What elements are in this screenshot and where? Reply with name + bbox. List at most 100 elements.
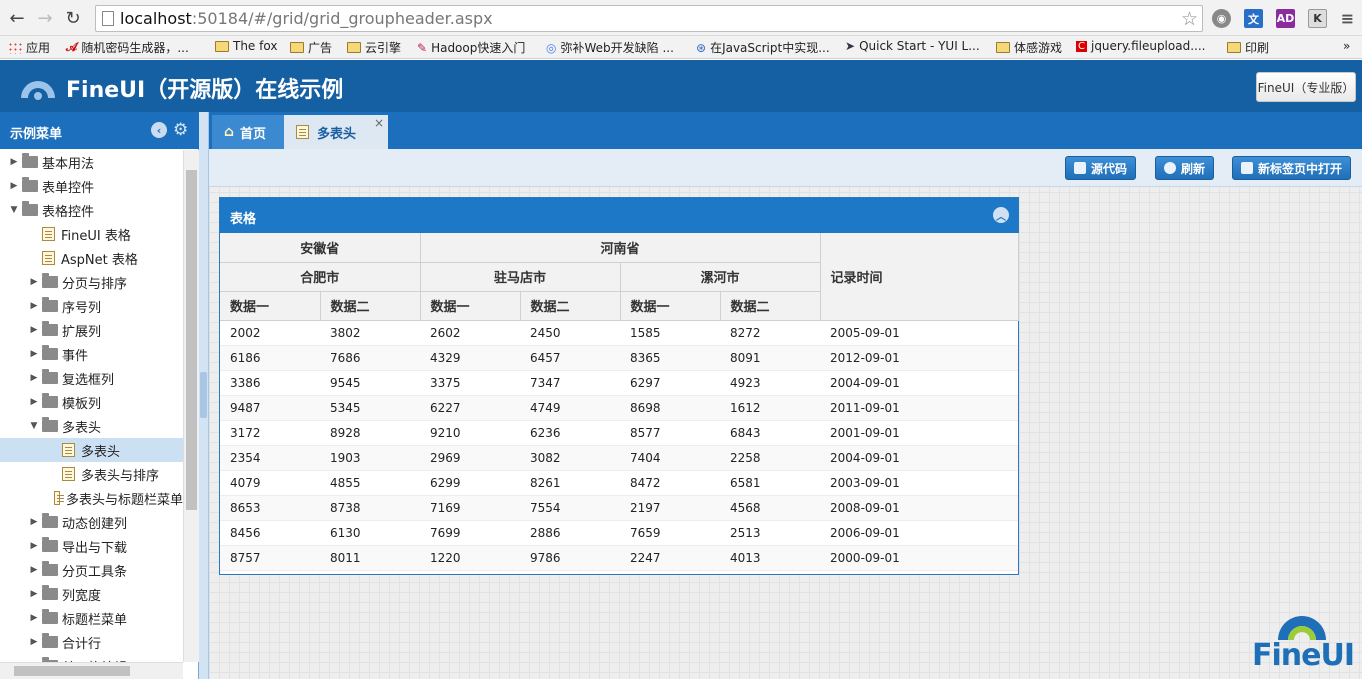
sidebar-item[interactable]: ▶ 分页与排序: [0, 270, 183, 294]
column-header[interactable]: 数据一: [420, 291, 521, 321]
expand-right-icon[interactable]: ▶: [28, 349, 40, 359]
expand-right-icon[interactable]: ▶: [28, 565, 40, 575]
column-header[interactable]: 数据二: [720, 291, 821, 321]
address-bar[interactable]: localhost:50184/#/grid/grid_groupheader.…: [95, 5, 1203, 32]
table-row[interactable]: 8456 6130 7699 2886 7659 2513 2006-09-01: [220, 520, 1019, 546]
sidebar-item[interactable]: ▶单元格编辑: [0, 654, 183, 662]
table-row[interactable]: 4079 4855 6299 8261 8472 6581 2003-09-01: [220, 470, 1019, 496]
bookmark-1[interactable]: 𝒜 随机密码生成器，...: [66, 39, 189, 56]
expand-right-icon[interactable]: ▶: [28, 397, 40, 407]
bookmark-apps[interactable]: 应用: [8, 39, 50, 56]
sidebar-item[interactable]: ▶ 标题栏菜单: [0, 606, 183, 630]
expand-right-icon[interactable]: ▶: [28, 277, 40, 287]
expand-right-icon[interactable]: ▶: [28, 589, 40, 599]
sidebar-item[interactable]: ▶ 事件: [0, 342, 183, 366]
column-header[interactable]: 数据一: [220, 291, 321, 321]
bookmark-7[interactable]: ⊛ 在JavaScript中实现...: [696, 39, 830, 56]
expand-right-icon[interactable]: ▶: [28, 301, 40, 311]
tree-horizontal-scrollbar[interactable]: [0, 662, 183, 679]
table-cell: 9487: [220, 395, 320, 421]
scroll-thumb[interactable]: [186, 170, 197, 510]
expand-right-icon[interactable]: ▶: [28, 541, 40, 551]
refresh-button[interactable]: 刷新: [1155, 156, 1215, 180]
table-cell: 6186: [220, 345, 320, 371]
close-icon[interactable]: ×: [374, 116, 384, 130]
translate-extension-icon[interactable]: 文: [1244, 9, 1263, 28]
expand-down-icon[interactable]: ▼: [8, 205, 20, 215]
expand-right-icon[interactable]: ▶: [28, 325, 40, 335]
sidebar-item[interactable]: ▶ 序号列: [0, 294, 183, 318]
column-header[interactable]: 数据二: [520, 291, 621, 321]
sidebar-item[interactable]: AspNet 表格: [0, 246, 183, 270]
tree-vertical-scrollbar[interactable]: [183, 150, 199, 662]
table-row[interactable]: 9487 5345 6227 4749 8698 1612 2011-09-01: [220, 395, 1019, 421]
bookmark-9[interactable]: 体感游戏: [996, 39, 1062, 56]
k-extension-icon[interactable]: K: [1308, 9, 1327, 28]
sidebar-item[interactable]: ▶ 分页工具条: [0, 558, 183, 582]
expand-down-icon[interactable]: ▼: [28, 421, 40, 431]
table-row[interactable]: 3386 9545 3375 7347 6297 4923 2004-09-01: [220, 370, 1019, 396]
table-row[interactable]: 3172 8928 9210 6236 8577 6843 2001-09-01: [220, 420, 1019, 446]
bookmark-2[interactable]: The fox: [215, 39, 277, 53]
expand-right-icon[interactable]: ▶: [28, 637, 40, 647]
column-header[interactable]: 数据二: [320, 291, 421, 321]
sidebar-item[interactable]: 多表头与标题栏菜单: [0, 486, 183, 510]
collapse-left-icon[interactable]: ‹: [151, 122, 167, 138]
sidebar-item[interactable]: ▶ 基本用法: [0, 150, 183, 174]
menu-icon[interactable]: ≡: [1338, 9, 1357, 28]
sidebar-item[interactable]: ▶ 复选框列: [0, 366, 183, 390]
bookmarks-more[interactable]: »: [1343, 39, 1350, 53]
sidebar-item[interactable]: 多表头与排序: [0, 462, 183, 486]
bookmark-11[interactable]: 印刷: [1227, 39, 1269, 56]
main-region: ⌂ 首页 多表头 × 源代码 刷新 新标签页中打开 表格 ︿ 安徽省 河南省 记…: [209, 112, 1362, 679]
sidebar-item[interactable]: ▶ 模板列: [0, 390, 183, 414]
sidebar-item[interactable]: 多表头: [0, 438, 183, 462]
ad-extension-icon[interactable]: AD: [1276, 9, 1295, 28]
table-row[interactable]: 2354 1903 2969 3082 7404 2258 2004-09-01: [220, 445, 1019, 471]
table-cell: 2969: [420, 445, 521, 471]
header-record-time[interactable]: 记录时间: [820, 233, 1019, 321]
bookmark-4[interactable]: 云引擎: [347, 39, 401, 56]
splitter-handle[interactable]: [200, 372, 207, 418]
table-cell: 3375: [420, 370, 521, 396]
bookmark-6[interactable]: ◎ 弥补Web开发缺陷 ...: [546, 39, 674, 56]
sidebar-splitter[interactable]: [199, 112, 209, 679]
source-code-button[interactable]: 源代码: [1065, 156, 1137, 180]
reload-icon[interactable]: ↻: [62, 7, 84, 29]
tab-home[interactable]: ⌂ 首页: [212, 115, 284, 149]
sidebar-item[interactable]: ▼ 多表头: [0, 414, 183, 438]
back-icon[interactable]: ←: [6, 7, 28, 29]
sidebar-item[interactable]: ▶ 扩展列: [0, 318, 183, 342]
table-row[interactable]: 8653 8738 7169 7554 2197 4568 2008-09-01: [220, 495, 1019, 521]
collapse-up-icon[interactable]: ︿: [993, 207, 1009, 223]
sidebar-item[interactable]: ▶ 合计行: [0, 630, 183, 654]
sidebar-item[interactable]: ▶ 导出与下载: [0, 534, 183, 558]
bookmark-3[interactable]: 广告: [290, 39, 332, 56]
tab-multi-header[interactable]: 多表头 ×: [284, 115, 388, 149]
sidebar-item[interactable]: ▶ 表单控件: [0, 174, 183, 198]
table-row[interactable]: 8757 8011 1220 9786 2247 4013 2000-09-01: [220, 545, 1019, 571]
expand-right-icon[interactable]: ▶: [28, 517, 40, 527]
expand-right-icon[interactable]: ▶: [8, 181, 20, 191]
bookmark-star-icon[interactable]: ☆: [1181, 8, 1198, 30]
table-cell: 7169: [420, 495, 521, 521]
scroll-thumb[interactable]: [14, 666, 130, 676]
bookmark-8[interactable]: ➤ Quick Start - YUI L...: [845, 39, 980, 53]
globe-extension-icon[interactable]: ◉: [1212, 9, 1231, 28]
sidebar-item[interactable]: ▶ 动态创建列: [0, 510, 183, 534]
table-row[interactable]: 2002 3802 2602 2450 1585 8272 2005-09-01: [220, 319, 1019, 346]
open-new-tab-button[interactable]: 新标签页中打开: [1232, 156, 1352, 180]
expand-right-icon[interactable]: ▶: [8, 157, 20, 167]
sidebar-item[interactable]: FineUI 表格: [0, 222, 183, 246]
bookmark-10[interactable]: Cjquery.fileupload....: [1076, 39, 1205, 53]
forward-icon[interactable]: →: [34, 7, 56, 29]
expand-right-icon[interactable]: ▶: [28, 373, 40, 383]
gear-icon[interactable]: ⚙: [173, 120, 188, 140]
table-row[interactable]: 6186 7686 4329 6457 8365 8091 2012-09-01: [220, 345, 1019, 371]
sidebar-item[interactable]: ▼ 表格控件: [0, 198, 183, 222]
bookmark-5[interactable]: ✎ Hadoop快速入门: [417, 39, 525, 56]
sidebar-item[interactable]: ▶ 列宽度: [0, 582, 183, 606]
expand-right-icon[interactable]: ▶: [28, 613, 40, 623]
column-header[interactable]: 数据一: [620, 291, 721, 321]
pro-version-button[interactable]: FineUI（专业版）: [1256, 72, 1356, 102]
